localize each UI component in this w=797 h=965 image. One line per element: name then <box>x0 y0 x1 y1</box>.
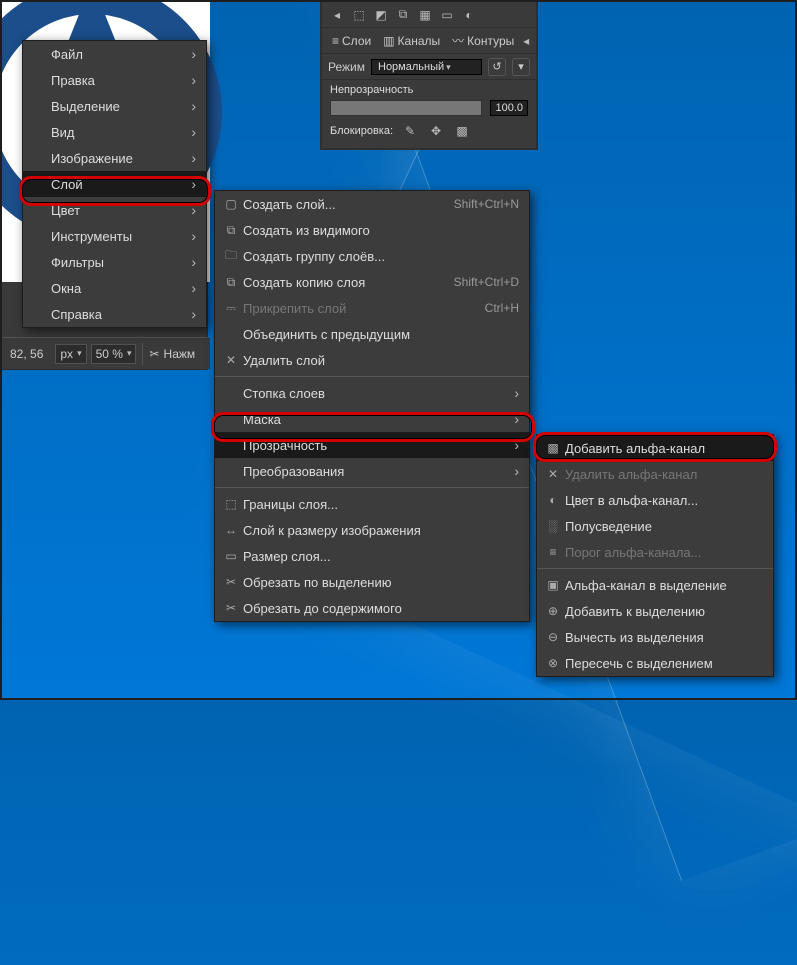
menu-remove-alpha-channel[interactable]: ✕Удалить альфа-канал <box>537 461 773 487</box>
menu-add-alpha-channel[interactable]: ▩Добавить альфа-канал <box>537 435 773 461</box>
layers-dock: ◂ ⬚ ◩ ⧉ ▦ ▭ ◐ ≡ Слои ▥ Каналы 〰 Контуры … <box>320 0 538 150</box>
opacity-slider[interactable] <box>330 100 482 116</box>
tab-menu-icon[interactable]: ◂ <box>522 32 530 50</box>
menu-view[interactable]: Вид <box>23 119 206 145</box>
menu-colors[interactable]: Цвет <box>23 197 206 223</box>
unit-selector[interactable]: px <box>55 344 86 364</box>
tool-hint: Нажм <box>164 347 196 361</box>
mode-label: Режим <box>328 60 365 74</box>
status-bar: 82, 56 px 50 % ✂ Нажм <box>2 337 210 369</box>
lock-label: Блокировка: <box>330 125 393 137</box>
opacity-value[interactable]: 100.0 <box>490 100 528 116</box>
blend-mode-select[interactable]: Нормальный <box>371 59 482 75</box>
menu-image[interactable]: Изображение <box>23 145 206 171</box>
menu-anchor-layer[interactable]: ⎓Прикрепить слойCtrl+H <box>215 295 529 321</box>
menu-delete-layer[interactable]: ✕Удалить слой <box>215 347 529 373</box>
mode-menu-button[interactable]: ▾ <box>512 58 530 76</box>
menu-duplicate-layer[interactable]: ⧉Создать копию слояShift+Ctrl+D <box>215 269 529 295</box>
menu-layer-stack[interactable]: Стопка слоев <box>215 380 529 406</box>
menu-crop-to-selection[interactable]: ✂Обрезать по выделению <box>215 569 529 595</box>
menu-scale-layer[interactable]: ▭Размер слоя... <box>215 543 529 569</box>
lock-alpha-icon[interactable]: ▩ <box>453 122 471 140</box>
menu-add-to-selection[interactable]: ⊕Добавить к выделению <box>537 598 773 624</box>
scissors-icon: ✂ <box>149 347 159 361</box>
menu-help[interactable]: Справка <box>23 301 206 327</box>
layer-submenu: ▢Создать слой...Shift+Ctrl+N ⧉Создать из… <box>214 190 530 622</box>
dock-tool-icon[interactable]: ◐ <box>460 6 478 24</box>
main-context-menu: Файл Правка Выделение Вид Изображение Сл… <box>22 40 207 328</box>
menu-filters[interactable]: Фильтры <box>23 249 206 275</box>
menu-alpha-to-selection[interactable]: ▣Альфа-канал в выделение <box>537 572 773 598</box>
dock-tool-icon[interactable]: ⬚ <box>350 6 368 24</box>
dock-tool-icon[interactable]: ▦ <box>416 6 434 24</box>
menu-layer-boundary[interactable]: ⬚Границы слоя... <box>215 491 529 517</box>
menu-tools[interactable]: Инструменты <box>23 223 206 249</box>
lock-position-icon[interactable]: ✥ <box>427 122 445 140</box>
menu-mask[interactable]: Маска <box>215 406 529 432</box>
opacity-label: Непрозрачность <box>330 84 413 96</box>
menu-file[interactable]: Файл <box>23 41 206 67</box>
menu-edit[interactable]: Правка <box>23 67 206 93</box>
menu-new-layer[interactable]: ▢Создать слой...Shift+Ctrl+N <box>215 191 529 217</box>
tab-channels[interactable]: ▥ Каналы <box>379 31 444 51</box>
menu-intersect-with-selection[interactable]: ⊗Пересечь с выделением <box>537 650 773 676</box>
menu-select[interactable]: Выделение <box>23 93 206 119</box>
menu-threshold-alpha[interactable]: ≡Порог альфа-канала... <box>537 539 773 565</box>
menu-layer-to-image-size[interactable]: ↔Слой к размеру изображения <box>215 517 529 543</box>
lock-pixels-icon[interactable]: ✎ <box>401 122 419 140</box>
menu-transparency[interactable]: Прозрачность <box>215 432 529 458</box>
dock-tool-icon[interactable]: ◩ <box>372 6 390 24</box>
menu-windows[interactable]: Окна <box>23 275 206 301</box>
menu-crop-to-content[interactable]: ✂Обрезать до содержимого <box>215 595 529 621</box>
dock-tool-icon[interactable]: ◂ <box>328 6 346 24</box>
menu-new-from-visible[interactable]: ⧉Создать из видимого <box>215 217 529 243</box>
menu-subtract-from-selection[interactable]: ⊖Вычесть из выделения <box>537 624 773 650</box>
zoom-selector[interactable]: 50 % <box>91 344 137 364</box>
dock-tool-icon[interactable]: ▭ <box>438 6 456 24</box>
menu-merge-down[interactable]: Объединить с предыдущим <box>215 321 529 347</box>
menu-new-layer-group[interactable]: 🗀Создать группу слоёв... <box>215 243 529 269</box>
tab-layers[interactable]: ≡ Слои <box>328 31 375 51</box>
menu-transform[interactable]: Преобразования <box>215 458 529 484</box>
mode-reset-button[interactable]: ↺ <box>488 58 506 76</box>
menu-layer[interactable]: Слой <box>23 171 206 197</box>
menu-color-to-alpha[interactable]: ◐Цвет в альфа-канал... <box>537 487 773 513</box>
dock-tool-icon[interactable]: ⧉ <box>394 6 412 24</box>
tab-paths[interactable]: 〰 Контуры <box>448 31 518 51</box>
cursor-coords: 82, 56 <box>2 347 51 361</box>
menu-semi-flatten[interactable]: ░Полусведение <box>537 513 773 539</box>
transparency-submenu: ▩Добавить альфа-канал ✕Удалить альфа-кан… <box>536 434 774 677</box>
